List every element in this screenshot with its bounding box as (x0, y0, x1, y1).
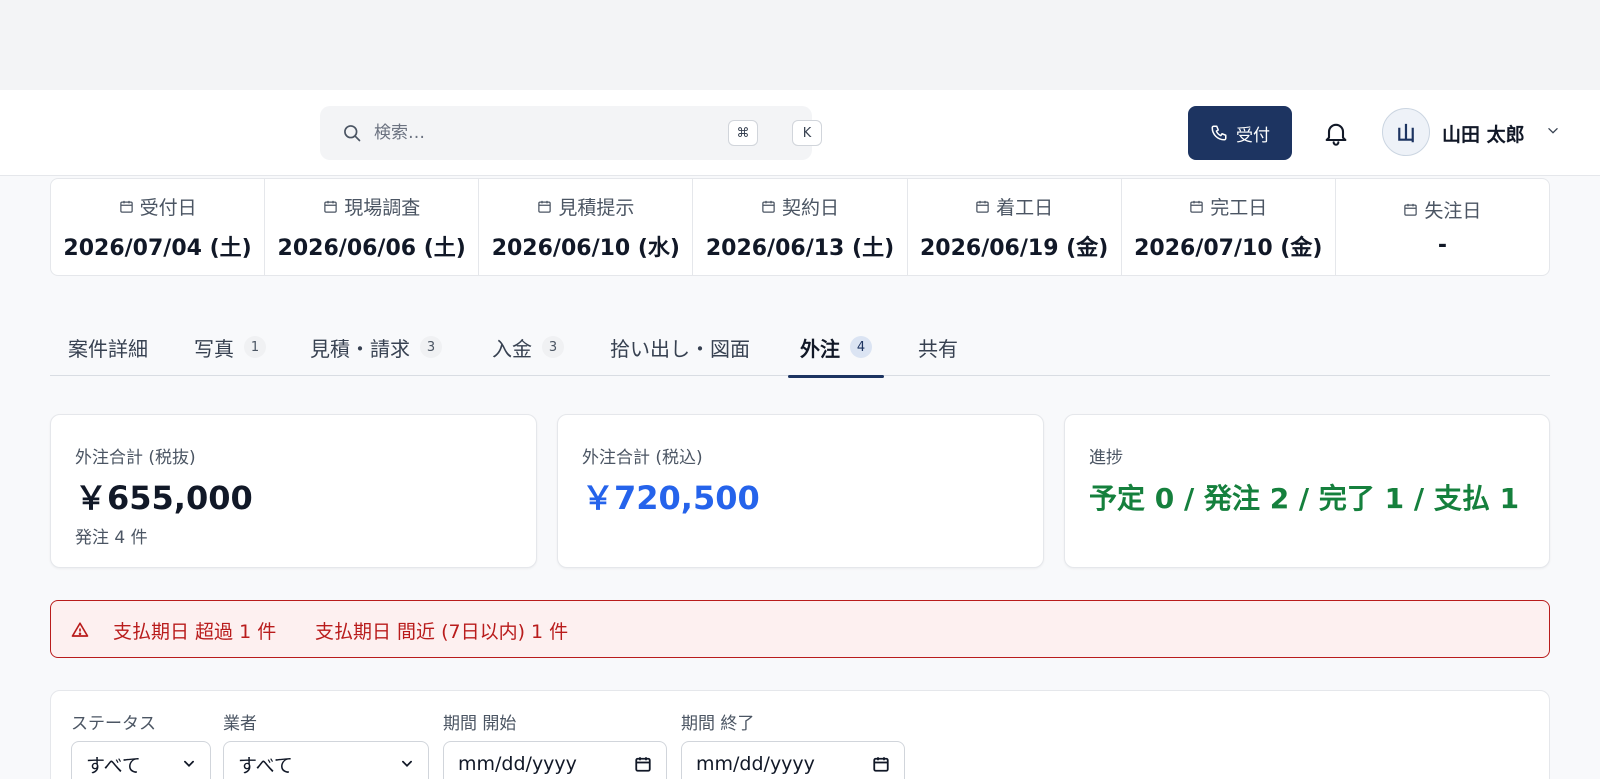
tab-label: 拾い出し・図面 (610, 336, 750, 361)
phone-icon (1211, 125, 1227, 141)
end-date-value: mm/dd/yyyy (696, 753, 815, 775)
search-input[interactable] (374, 106, 714, 160)
tab-label: 写真 (194, 336, 234, 361)
date-value: 2026/06/10 (水) (491, 235, 680, 261)
card-label: 外注合計 (税込) (582, 448, 703, 468)
date-value: 2026/06/19 (金) (919, 235, 1109, 261)
avatar[interactable]: 山 (1382, 108, 1430, 156)
vendor-select-value: すべて (238, 754, 293, 777)
alert-overdue: 支払期日 超過 1 件 (113, 621, 277, 643)
app-header: ⌘ K 受付 山 山田 太郎 (0, 90, 1600, 176)
date-label: 契約日 (781, 196, 839, 219)
calendar-icon (976, 200, 989, 213)
card-progress: 進捗 予定 0 / 発注 2 / 完了 1 / 支払 1 (1064, 414, 1550, 568)
date-cell-site-survey: 現場調査 2026/06/06 (土) (265, 179, 480, 275)
filter-end-label: 期間 終了 (681, 714, 755, 734)
tab-count-badge: 3 (420, 336, 442, 358)
milestone-dates: 受付日 2026/07/04 (土) 現場調査 2026/06/06 (土) 見… (50, 178, 1550, 276)
tab-case-details[interactable]: 案件詳細 (68, 318, 148, 376)
calendar-icon (1404, 203, 1418, 216)
tab-outsourcing[interactable]: 外注 4 (788, 318, 884, 378)
search-icon (344, 125, 361, 142)
date-cell-lost: 失注日 - (1336, 179, 1549, 275)
card-total-inc-tax: 外注合計 (税込) ￥720,500 (557, 414, 1044, 568)
chevron-down-icon[interactable] (1546, 124, 1560, 138)
tab-share[interactable]: 共有 (918, 318, 958, 376)
card-total-ex-tax: 外注合計 (税抜) ￥655,000 発注 4 件 (50, 414, 537, 568)
tab-label: 見積・請求 (310, 336, 410, 361)
chevron-down-icon (184, 760, 194, 767)
tab-count-badge: 1 (244, 336, 266, 358)
calendar-icon (762, 200, 775, 213)
calendar-icon (324, 200, 337, 213)
date-label: 受付日 (139, 196, 197, 219)
tab-count-badge: 4 (850, 336, 872, 358)
filter-status-label: ステータス (71, 714, 156, 734)
card-label: 進捗 (1089, 448, 1123, 468)
date-cell-start: 着工日 2026/06/19 (金) (908, 179, 1122, 275)
card-value: ￥720,500 (582, 479, 760, 517)
top-strip (0, 0, 1600, 90)
end-date-input[interactable]: mm/dd/yyyy (681, 741, 905, 779)
shortcut-key-k: K (792, 120, 822, 146)
search-bar[interactable]: ⌘ K (320, 106, 822, 160)
progress-value: 予定 0 / 発注 2 / 完了 1 / 支払 1 (1089, 482, 1520, 515)
date-cell-contract: 契約日 2026/06/13 (土) (693, 179, 908, 275)
filter-vendor-label: 業者 (223, 714, 257, 734)
tab-takeoff-drawings[interactable]: 拾い出し・図面 (610, 318, 750, 376)
date-cell-completion: 完工日 2026/07/10 (金) (1122, 179, 1336, 275)
card-label: 外注合計 (税抜) (75, 448, 196, 468)
filter-start-label: 期間 開始 (443, 714, 517, 734)
tab-payments[interactable]: 入金 3 (492, 318, 564, 376)
status-select[interactable]: すべて (71, 741, 211, 779)
warning-icon (71, 622, 89, 637)
order-count: 発注 4 件 (75, 528, 148, 548)
date-label: 完工日 (1210, 196, 1268, 219)
shortcut-key-cmd: ⌘ (728, 120, 758, 146)
date-cell-estimate: 見積提示 2026/06/10 (水) (479, 179, 694, 275)
calendar-icon (119, 200, 133, 213)
active-tab-indicator (788, 375, 884, 378)
start-date-value: mm/dd/yyyy (458, 753, 577, 775)
reception-button[interactable]: 受付 (1188, 106, 1292, 160)
calendar-icon (538, 200, 552, 213)
date-label: 見積提示 (558, 196, 635, 219)
tab-estimate-invoice[interactable]: 見積・請求 3 (310, 318, 442, 376)
date-label: 現場調査 (344, 196, 421, 219)
tab-label: 外注 (800, 336, 840, 361)
tab-bar: 案件詳細 写真 1 見積・請求 3 入金 3 拾い出し・図面 外注 4 共有 (50, 318, 1550, 378)
calendar-icon[interactable] (872, 755, 890, 773)
date-value: 2026/07/04 (土) (63, 235, 252, 261)
date-label: 着工日 (996, 196, 1054, 219)
card-value: ￥655,000 (75, 479, 253, 517)
user-name[interactable]: 山田 太郎 (1442, 120, 1525, 147)
date-value: 2026/06/06 (土) (277, 235, 466, 261)
tab-photos[interactable]: 写真 1 (194, 318, 266, 376)
vendor-select[interactable]: すべて (223, 741, 429, 779)
tab-label: 案件詳細 (68, 336, 148, 361)
date-value: 2026/06/13 (土) (705, 235, 895, 261)
tab-count-badge: 3 (542, 336, 564, 358)
chevron-down-icon (402, 760, 412, 767)
date-value: - (1437, 233, 1447, 258)
tab-label: 入金 (492, 336, 532, 361)
date-value: 2026/07/10 (金) (1134, 235, 1323, 261)
bell-icon[interactable] (1322, 119, 1350, 147)
date-cell-reception: 受付日 2026/07/04 (土) (51, 179, 266, 275)
reception-button-label: 受付 (1236, 125, 1270, 146)
date-label: 失注日 (1424, 200, 1482, 222)
calendar-icon[interactable] (634, 755, 652, 773)
alert-upcoming: 支払期日 間近 (7日以内) 1 件 (315, 621, 569, 643)
filter-panel: ステータス すべて 業者 すべて 期間 開始 mm/dd/yyyy 期間 終了 … (50, 690, 1550, 779)
status-select-value: すべて (86, 754, 141, 777)
payment-due-alert: 支払期日 超過 1 件 支払期日 間近 (7日以内) 1 件 (50, 600, 1550, 658)
tab-label: 共有 (918, 336, 958, 361)
start-date-input[interactable]: mm/dd/yyyy (443, 741, 667, 779)
calendar-icon (1190, 200, 1204, 213)
